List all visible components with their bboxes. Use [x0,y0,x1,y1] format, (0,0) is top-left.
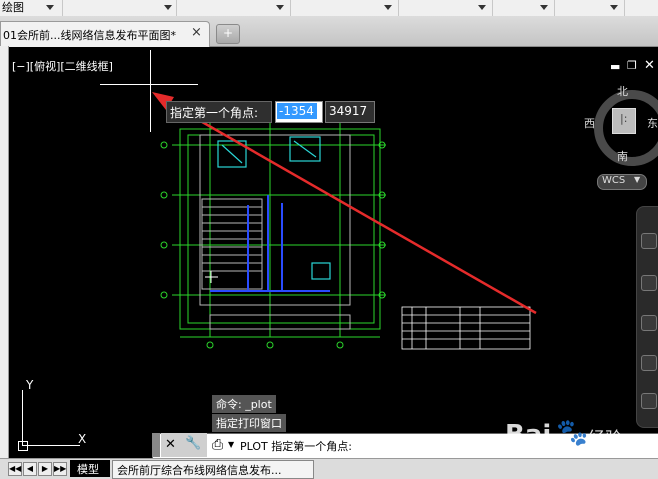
compass-west[interactable]: 西 [584,115,595,131]
layout-tab[interactable]: 会所前厅综合布线网络信息发布... [112,460,314,479]
chevron-down-icon[interactable]: ▼ [228,440,234,449]
ucs-y-label: Y [26,378,34,392]
first-tab-icon[interactable]: ◀◀ [8,462,22,476]
ucs-x-label: X [78,432,87,446]
printer-icon[interactable]: ⎙ [212,437,223,453]
wrench-icon[interactable]: 🔧 [185,436,201,451]
chevron-down-icon: ▼ [634,175,641,184]
showmotion-icon[interactable] [641,393,657,409]
command-prompt-text: PLOT 指定第一个角点: [240,440,352,453]
navigation-bar [636,206,658,428]
watermark-url: jingyan.baidu.com [520,448,613,459]
layout-tab-label: 会所前厅综合布线网络信息发布... [117,464,282,477]
steering-wheel-icon[interactable] [641,233,657,249]
compass-north[interactable]: 北 [617,83,628,99]
x-coordinate-value[interactable]: -1354 [279,104,314,118]
crosshair-vertical [150,50,151,132]
crosshair-horizontal [100,84,198,85]
model-tab-label: 模型 [77,463,99,476]
ucs-origin-box [18,441,28,451]
compass-east[interactable]: 东 [647,115,658,131]
baidu-watermark-logo: Bai [505,420,552,450]
pan-icon[interactable] [641,275,657,291]
command-line-buttons: ✕ 🔧 [161,433,207,457]
paw-icon: 🐾 [556,418,589,448]
command-history-line: 命令: _plot [212,395,276,413]
ucs-x-axis [22,445,80,446]
watermark-brand: 经验 [588,429,622,449]
command-history-line: 指定打印窗口 [212,414,286,432]
zoom-icon[interactable] [641,315,657,331]
compass-south[interactable]: 南 [617,148,628,164]
y-coordinate-value[interactable]: 34917 [329,104,367,118]
prev-tab-icon[interactable]: ◀ [23,462,37,476]
annotation-arrow [152,92,537,315]
ucs-menu-label: WCS [602,175,626,186]
viewcube-face-icon: |: [620,112,628,125]
dynamic-input-prompt: 指定第一个角点: [170,106,259,120]
ucs-y-axis [22,390,23,446]
close-icon[interactable]: ✕ [165,437,176,452]
next-tab-icon[interactable]: ▶ [38,462,52,476]
model-tab[interactable]: 模型 [70,460,110,477]
last-tab-icon[interactable]: ▶▶ [53,462,67,476]
command-line-grip[interactable] [152,433,160,457]
viewcube[interactable]: |: [612,108,636,134]
orbit-icon[interactable] [641,355,657,371]
ucs-menu-button[interactable]: WCS ▼ [597,174,647,190]
